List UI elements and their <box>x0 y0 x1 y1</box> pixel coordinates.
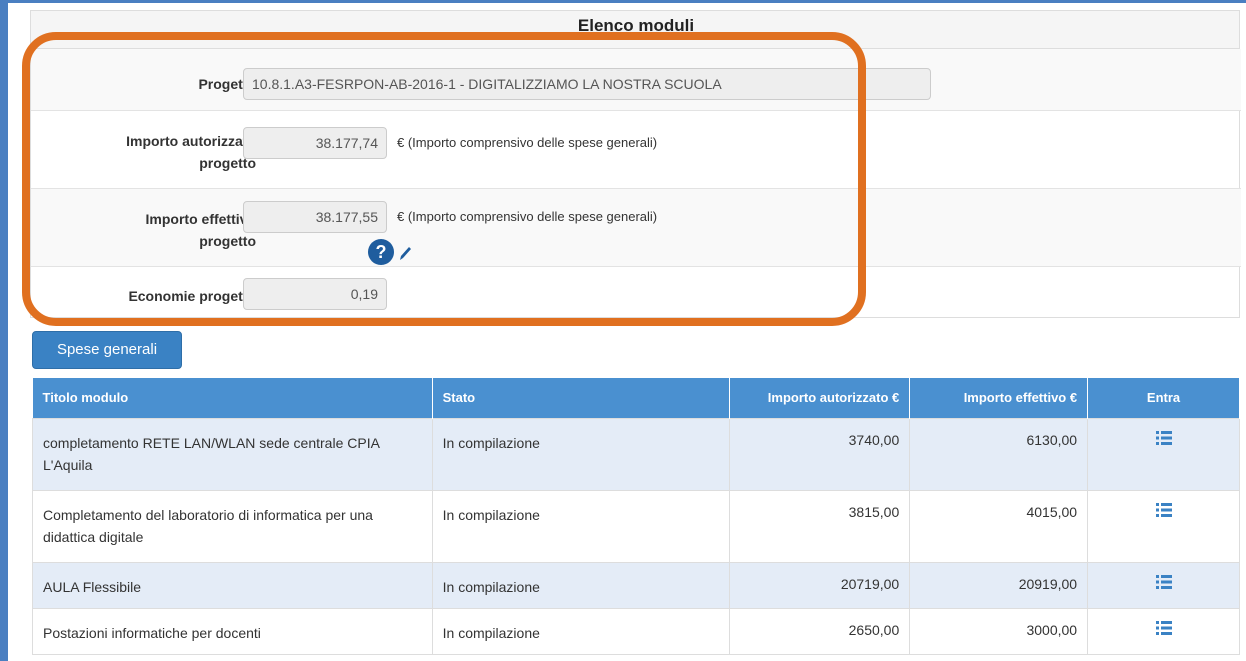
list-icon[interactable] <box>1155 502 1172 517</box>
cell-titolo: Completamento del laboratorio di informa… <box>32 489 433 563</box>
header-entra: Entra <box>1087 378 1240 418</box>
table-header-row: Titolo modulo Stato Importo autorizzato … <box>32 378 1240 418</box>
window-top-border <box>0 0 1246 3</box>
table-row: completamento RETE LAN/WLAN sede central… <box>32 417 1240 491</box>
cell-entra <box>1087 561 1240 609</box>
cell-effettivo: 3000,00 <box>909 607 1089 655</box>
spese-generali-button[interactable]: Spese generali <box>32 331 182 369</box>
moduli-table: Titolo modulo Stato Importo autorizzato … <box>32 378 1240 655</box>
cell-entra <box>1087 607 1240 655</box>
header-importo-effettivo[interactable]: Importo effettivo € <box>909 378 1089 418</box>
cell-autorizzato: 3815,00 <box>729 489 911 563</box>
highlight-annotation <box>22 32 866 326</box>
cell-titolo: Postazioni informatiche per docenti <box>32 607 433 655</box>
cell-stato: In compilazione <box>431 561 731 609</box>
header-stato[interactable]: Stato <box>432 378 731 418</box>
list-icon[interactable] <box>1155 620 1172 635</box>
table-row: Completamento del laboratorio di informa… <box>32 489 1240 563</box>
table-row: Postazioni informatiche per docenti In c… <box>32 607 1240 655</box>
list-icon[interactable] <box>1155 430 1172 445</box>
cell-effettivo: 20919,00 <box>909 561 1089 609</box>
cell-stato: In compilazione <box>431 489 731 563</box>
cell-titolo: AULA Flessibile <box>32 561 433 609</box>
cell-autorizzato: 2650,00 <box>729 607 911 655</box>
header-titolo[interactable]: Titolo modulo <box>32 378 433 418</box>
cell-autorizzato: 3740,00 <box>729 417 911 491</box>
cell-autorizzato: 20719,00 <box>729 561 911 609</box>
table-row: AULA Flessibile In compilazione 20719,00… <box>32 561 1240 609</box>
cell-entra <box>1087 489 1240 563</box>
cell-effettivo: 6130,00 <box>909 417 1089 491</box>
cell-stato: In compilazione <box>431 607 731 655</box>
cell-titolo: completamento RETE LAN/WLAN sede central… <box>32 417 433 491</box>
window-left-border <box>0 0 8 661</box>
header-importo-autorizzato[interactable]: Importo autorizzato € <box>729 378 911 418</box>
cell-stato: In compilazione <box>431 417 731 491</box>
cell-entra <box>1087 417 1240 491</box>
cell-effettivo: 4015,00 <box>909 489 1089 563</box>
list-icon[interactable] <box>1155 574 1172 589</box>
